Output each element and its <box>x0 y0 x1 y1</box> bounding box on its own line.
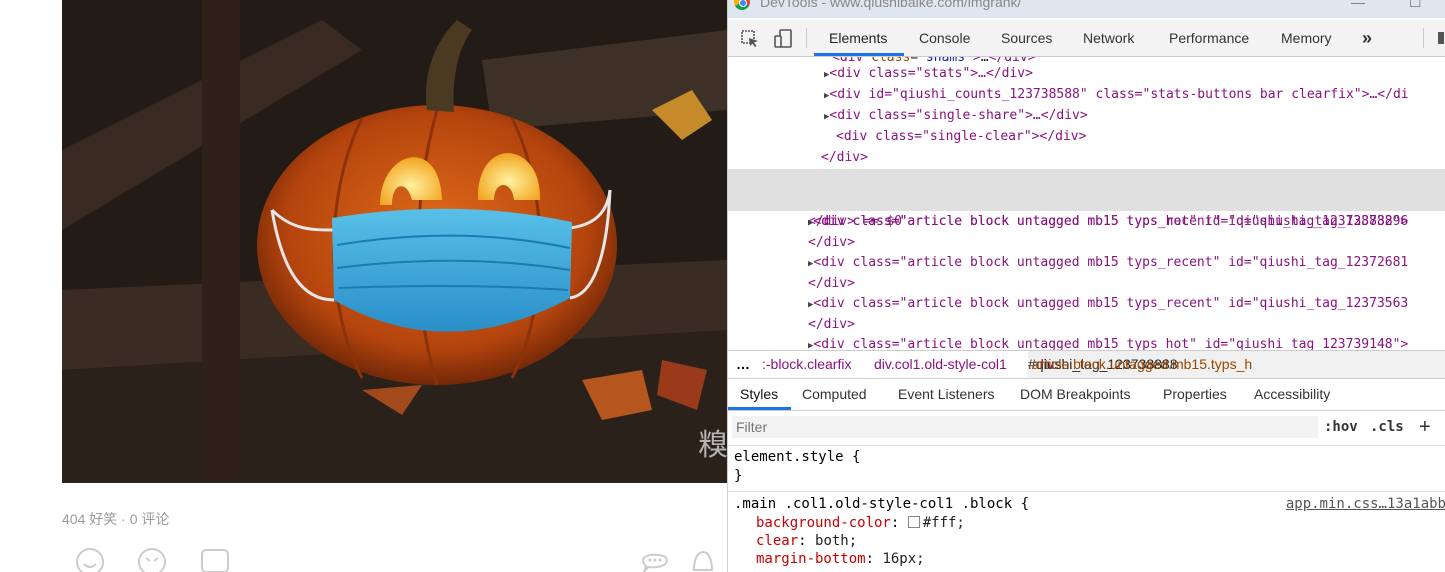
tab-styles[interactable]: Styles <box>740 378 778 410</box>
more-tabs-button[interactable]: » <box>1362 20 1372 56</box>
style-declaration[interactable]: background-color: #fff; <box>756 514 965 532</box>
dom-line[interactable]: <div class="single-clear"></div> <box>836 126 1086 147</box>
dom-line[interactable]: ▶<div class="article block untagged mb15… <box>808 252 1408 273</box>
devtools-titlebar: DevTools - www.qiushibaike.com/imgrank/ … <box>728 0 1445 18</box>
color-swatch[interactable] <box>907 516 920 528</box>
post-stats: 404 好笑 · 0 评论 <box>62 511 170 527</box>
styles-toolbar: :hov .cls + <box>728 411 1445 446</box>
dom-line[interactable]: ▶<div class="single-share">…</div> <box>824 105 1088 126</box>
styles-pane: element.style { } .main .col1.old-style-… <box>728 446 1445 572</box>
style-declaration[interactable]: clear: both; <box>756 532 857 550</box>
dom-line[interactable]: ▶<div class="article block untagged mb15… <box>808 211 1408 232</box>
comment-icon[interactable] <box>200 547 230 572</box>
dislike-icon[interactable] <box>137 547 167 572</box>
dom-line[interactable]: ▶<div class="stats">…</div> <box>824 63 1033 84</box>
hover-state-toggle[interactable]: :hov <box>1324 416 1358 438</box>
tab-elements[interactable]: Elements <box>829 20 887 56</box>
styles-filter-input[interactable] <box>732 416 1318 438</box>
tab-sources[interactable]: Sources <box>1001 20 1052 56</box>
rule-divider <box>728 491 1445 492</box>
stylesheet-source-link[interactable]: app.min.css…13a1abb <box>1286 496 1445 512</box>
inspect-element-icon[interactable] <box>740 29 760 49</box>
tab-network[interactable]: Network <box>1083 20 1134 56</box>
dom-line-selected[interactable]: ··· ▶<div class="article block untagged … <box>728 169 1445 229</box>
devtools-tabbar: Elements Console Sources Network Perform… <box>728 20 1445 57</box>
toolbar-separator <box>1423 28 1424 48</box>
dom-line[interactable]: </div> <box>821 147 868 168</box>
maximize-icon[interactable]: ☐ <box>1409 0 1422 11</box>
chat-icon[interactable] <box>640 548 670 572</box>
dom-line-selected[interactable]: </div> == $0 <box>728 190 1445 229</box>
close-brace: } <box>734 468 743 484</box>
sidebar-tabs: Styles Computed Event Listeners DOM Brea… <box>728 378 1445 411</box>
post-image[interactable]: 糗 <box>62 0 727 483</box>
new-style-rule-button[interactable]: + <box>1419 416 1431 438</box>
dom-line[interactable]: </div> <box>808 273 855 294</box>
dom-line[interactable]: ▶<div id="qiushi_counts_123738588" class… <box>824 84 1409 105</box>
tab-properties[interactable]: Properties <box>1163 378 1227 410</box>
device-toggle-icon[interactable] <box>772 28 794 50</box>
watermark: 糗 <box>698 428 727 463</box>
window-title: DevTools - www.qiushibaike.com/imgrank/ <box>760 0 1022 10</box>
style-declaration[interactable]: margin-bottom: 16px; <box>756 550 925 568</box>
dom-line[interactable]: ▶<div class="article block untagged mb15… <box>808 293 1408 314</box>
tab-performance[interactable]: Performance <box>1169 20 1249 56</box>
active-subtab-indicator <box>728 407 791 410</box>
breadcrumb-item[interactable]: div.col1.old-style-col1 <box>874 351 1007 378</box>
breadcrumb-item[interactable]: :-block.clearfix <box>762 351 851 378</box>
element-style-selector[interactable]: element.style { <box>734 448 860 466</box>
laugh-icon[interactable] <box>75 547 105 572</box>
rule-selector[interactable]: .main .col1.old-style-col1 .block { <box>734 495 1029 513</box>
settings-icon[interactable] <box>1438 32 1444 44</box>
share-icon[interactable] <box>688 548 718 572</box>
tab-computed[interactable]: Computed <box>802 378 867 410</box>
breadcrumb-overflow[interactable]: … <box>736 351 750 378</box>
pumpkin-photo: 糗 <box>62 0 727 483</box>
minimize-icon[interactable]: — <box>1351 0 1365 10</box>
chrome-logo-icon <box>734 0 750 10</box>
breadcrumb: … :-block.clearfix div.col1.old-style-co… <box>728 350 1445 379</box>
class-toggle[interactable]: .cls <box>1370 416 1404 438</box>
dom-line[interactable]: ▶<div class="article block untagged mb15… <box>808 334 1408 350</box>
toolbar-separator <box>806 28 807 48</box>
tab-memory[interactable]: Memory <box>1281 20 1332 56</box>
dom-line[interactable]: </div> <box>808 232 855 253</box>
tab-console[interactable]: Console <box>919 20 970 56</box>
tab-accessibility[interactable]: Accessibility <box>1254 378 1330 410</box>
web-page: 糗 404 好笑 · 0 评论 <box>0 0 727 572</box>
tab-dom-breakpoints[interactable]: DOM Breakpoints <box>1020 378 1130 410</box>
tab-event-listeners[interactable]: Event Listeners <box>898 378 995 410</box>
devtools-panel: DevTools - www.qiushibaike.com/imgrank/ … <box>727 0 1445 572</box>
breadcrumb-item-selected[interactable]: div #qiushi_tag_123738888 .article.block.u… <box>1028 351 1445 378</box>
dom-line[interactable]: </div> <box>808 314 855 335</box>
elements-dom-tree[interactable]: <div class="shams">…</div> ▶<div class="… <box>728 57 1445 350</box>
active-tab-indicator <box>814 53 904 56</box>
